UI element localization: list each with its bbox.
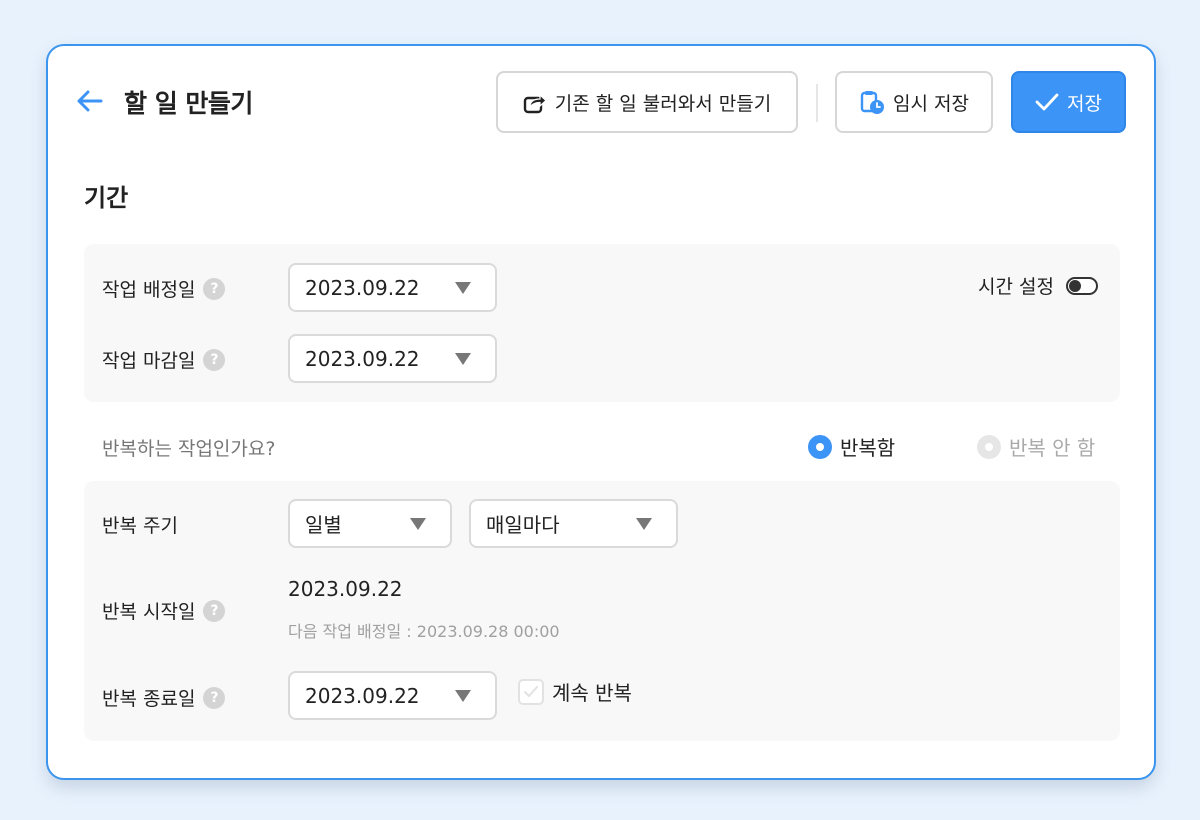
- question-mark-icon[interactable]: ?: [203, 277, 226, 300]
- time-setting: 시간 설정: [978, 272, 1098, 299]
- continuous-repeat-checkbox[interactable]: 계속 반복: [518, 677, 632, 706]
- repeat-start-date: 2023.09.22: [288, 577, 403, 601]
- repeat-cycle-unit-value: 일별: [305, 513, 342, 537]
- task-create-card: 할 일 만들기 기존 할 일 불러와서 만들기 임시 저장 저장 기간 작업 배…: [46, 44, 1156, 780]
- draft-save-button[interactable]: 임시 저장: [835, 71, 993, 133]
- load-existing-task-button[interactable]: 기존 할 일 불러와서 만들기: [496, 71, 798, 133]
- time-setting-label: 시간 설정: [978, 276, 1054, 298]
- repeat-end-label-text: 반복 종료일: [102, 688, 196, 710]
- caret-down-icon: [455, 690, 471, 702]
- assign-date-label-text: 작업 배정일: [102, 279, 196, 301]
- repeat-frequency-value: 매일마다: [486, 513, 560, 537]
- save-label: 저장: [1067, 92, 1102, 115]
- repeat-end-date-value: 2023.09.22: [305, 683, 420, 708]
- repeat-question: 반복하는 작업인가요?: [102, 438, 276, 460]
- repeat-yes-radio[interactable]: 반복함: [808, 432, 895, 461]
- next-assign-note: 다음 작업 배정일 : 2023.09.28 00:00: [288, 622, 560, 641]
- repeat-yes-label: 반복함: [840, 436, 896, 460]
- caret-down-icon: [455, 353, 471, 365]
- time-setting-toggle[interactable]: [1066, 276, 1098, 295]
- repeat-no-label: 반복 안 함: [1009, 436, 1096, 460]
- header-divider: [816, 84, 818, 122]
- repeat-no-radio[interactable]: 반복 안 함: [977, 432, 1095, 461]
- arrow-left-icon: [77, 90, 103, 112]
- period-panel: 작업 배정일 ? 2023.09.22 시간 설정 작업 마감일 ? 2023.…: [84, 244, 1120, 402]
- save-button[interactable]: 저장: [1011, 71, 1126, 133]
- radio-unchecked-icon: [977, 434, 1001, 459]
- draft-save-label: 임시 저장: [893, 92, 969, 115]
- assign-date-label: 작업 배정일 ?: [102, 275, 226, 302]
- due-date-label-text: 작업 마감일: [102, 350, 196, 372]
- assign-date-value: 2023.09.22: [305, 275, 420, 300]
- checkbox-icon: [518, 678, 544, 705]
- page-title: 할 일 만들기: [124, 89, 253, 118]
- caret-down-icon: [410, 518, 426, 530]
- repeat-end-date-select[interactable]: 2023.09.22: [288, 671, 497, 720]
- question-mark-icon[interactable]: ?: [203, 599, 226, 622]
- repeat-end-label: 반복 종료일 ?: [102, 684, 226, 711]
- question-mark-icon[interactable]: ?: [203, 686, 226, 709]
- repeat-cycle-label-text: 반복 주기: [102, 515, 178, 537]
- repeat-cycle-label: 반복 주기: [102, 511, 178, 538]
- header: 할 일 만들기 기존 할 일 불러와서 만들기 임시 저장 저장: [48, 46, 1154, 156]
- caret-down-icon: [636, 518, 652, 530]
- share-arrow-icon: [523, 93, 547, 114]
- period-section-title: 기간: [84, 184, 129, 212]
- caret-down-icon: [455, 282, 471, 294]
- repeat-panel: 반복 주기 일별 매일마다 반복 시작일 ? 2023.09.22 다음 작업 …: [84, 481, 1120, 741]
- repeat-cycle-unit-select[interactable]: 일별: [288, 499, 452, 548]
- repeat-start-label: 반복 시작일 ?: [102, 597, 226, 624]
- check-icon: [1035, 93, 1059, 111]
- back-button[interactable]: [74, 86, 104, 116]
- assign-date-select[interactable]: 2023.09.22: [288, 263, 497, 312]
- due-date-value: 2023.09.22: [305, 346, 420, 371]
- repeat-frequency-select[interactable]: 매일마다: [469, 499, 678, 548]
- question-mark-icon[interactable]: ?: [203, 348, 226, 371]
- due-date-select[interactable]: 2023.09.22: [288, 334, 497, 383]
- repeat-start-label-text: 반복 시작일: [102, 601, 196, 623]
- check-icon: [524, 685, 538, 697]
- load-existing-task-label: 기존 할 일 불러와서 만들기: [554, 92, 772, 115]
- due-date-label: 작업 마감일 ?: [102, 346, 226, 373]
- clipboard-clock-icon: [860, 91, 885, 114]
- continuous-repeat-label: 계속 반복: [552, 681, 632, 705]
- radio-checked-icon: [808, 434, 832, 459]
- toggle-knob: [1069, 279, 1081, 292]
